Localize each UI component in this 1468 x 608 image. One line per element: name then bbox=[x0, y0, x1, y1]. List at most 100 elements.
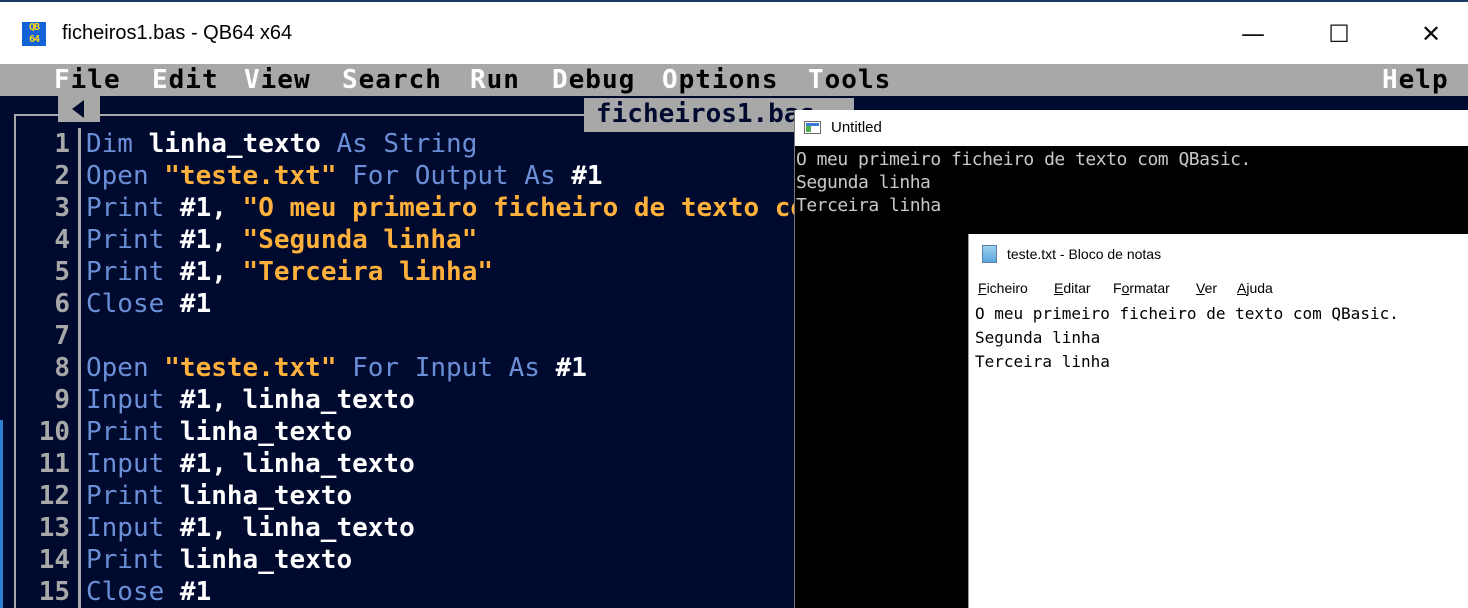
line-number: 6 bbox=[54, 289, 70, 319]
line-number: 1 bbox=[54, 129, 70, 159]
string-token: "teste.txt" bbox=[164, 161, 337, 191]
keyword-token: Input bbox=[86, 385, 180, 415]
line-number: 2 bbox=[54, 161, 70, 191]
line-number: 5 bbox=[54, 257, 70, 287]
code-token: #1, bbox=[179, 257, 243, 287]
minimize-button[interactable]: — bbox=[1230, 16, 1276, 52]
menu-debug[interactable]: Debug bbox=[552, 64, 635, 96]
close-button[interactable]: ✕ bbox=[1408, 16, 1454, 52]
menu-help[interactable]: Help bbox=[1382, 64, 1449, 96]
menu-label: dit bbox=[168, 65, 219, 95]
editor-frame bbox=[14, 114, 16, 608]
keyword-token: Dim bbox=[86, 129, 133, 159]
menu-label: un bbox=[486, 65, 520, 95]
desktop-edge bbox=[0, 420, 3, 608]
code-token: #1, linha_texto bbox=[179, 385, 415, 415]
keyword-token: Print bbox=[86, 545, 180, 575]
menu-view[interactable]: View bbox=[244, 64, 311, 96]
menu-label: ile bbox=[70, 65, 121, 95]
string-token: "teste.txt" bbox=[164, 353, 337, 383]
code-token: linha_texto bbox=[179, 417, 353, 447]
menu-label: earch bbox=[358, 65, 442, 95]
line-number: 8 bbox=[54, 353, 70, 383]
window-title: ficheiros1.bas - QB64 x64 bbox=[62, 22, 293, 44]
menu-file[interactable]: File bbox=[54, 64, 121, 96]
code-token: linha_texto bbox=[179, 545, 353, 575]
code-token: #1 bbox=[179, 577, 212, 607]
menu-hotkey: V bbox=[244, 65, 261, 95]
menu-options[interactable]: Options bbox=[662, 64, 779, 96]
notepad-titlebar[interactable]: teste.txt - Bloco de notas bbox=[969, 234, 1468, 274]
menu-accelerator: F bbox=[978, 280, 987, 296]
menu-edit[interactable]: Edit bbox=[152, 64, 219, 96]
line-number: 15 bbox=[38, 577, 70, 607]
line-number: 13 bbox=[38, 513, 70, 543]
program-window-icon bbox=[804, 121, 821, 134]
notepad-icon bbox=[982, 245, 997, 263]
menu-label: F bbox=[1113, 280, 1122, 296]
menu-hotkey: S bbox=[342, 65, 359, 95]
code-text: Print linha_texto bbox=[86, 480, 352, 512]
menu-hotkey: H bbox=[1382, 65, 1399, 95]
notepad-menu-ficheiro[interactable]: Ficheiro bbox=[978, 276, 1028, 300]
menu-accelerator: A bbox=[1237, 280, 1247, 296]
code-token: #1 bbox=[571, 161, 603, 191]
code-token: #1 bbox=[179, 289, 212, 319]
untitled-titlebar[interactable]: Untitled bbox=[795, 110, 1468, 146]
menu-hotkey: E bbox=[152, 65, 169, 95]
code-token: linha_texto bbox=[132, 129, 337, 159]
code-text: Print #1, "Terceira linha" bbox=[86, 256, 493, 288]
menu-label: ools bbox=[824, 65, 892, 95]
line-number: 10 bbox=[38, 417, 70, 447]
code-text: Close #1 bbox=[86, 576, 211, 608]
notepad-line: Segunda linha bbox=[975, 328, 1101, 347]
code-text: Open "teste.txt" For Output As #1 bbox=[86, 160, 603, 192]
notepad-text-area[interactable]: O meu primeiro ficheiro de texto com QBa… bbox=[975, 302, 1399, 374]
code-text: Dim linha_texto As String bbox=[86, 128, 477, 160]
keyword-token: For Input As bbox=[336, 353, 556, 383]
code-text: Input #1, linha_texto bbox=[86, 384, 415, 416]
keyword-token: Input bbox=[86, 513, 180, 543]
notepad-menu-editar[interactable]: Editar bbox=[1054, 276, 1091, 300]
console-line: Segunda linha bbox=[796, 172, 931, 193]
string-token: "Segunda linha" bbox=[242, 225, 478, 255]
qb64-app-icon[interactable]: QB 64 bbox=[22, 22, 46, 46]
notepad-line: Terceira linha bbox=[975, 352, 1110, 371]
code-text: Open "teste.txt" For Input As #1 bbox=[86, 352, 587, 384]
gutter-divider bbox=[78, 128, 81, 608]
line-number: 3 bbox=[54, 193, 70, 223]
code-text: Print linha_texto bbox=[86, 544, 352, 576]
code-token: #1 bbox=[555, 353, 587, 383]
menu-search[interactable]: Search bbox=[342, 64, 442, 96]
console-output: O meu primeiro ficheiro de texto com QBa… bbox=[796, 148, 1251, 217]
keyword-token: Print bbox=[86, 193, 180, 223]
notepad-menu-ajuda[interactable]: Ajuda bbox=[1237, 276, 1273, 300]
line-number: 7 bbox=[54, 321, 70, 351]
menu-accelerator: V bbox=[1196, 280, 1205, 296]
notepad-menu-formatar[interactable]: Formatar bbox=[1113, 276, 1170, 300]
code-text: Print linha_texto bbox=[86, 416, 352, 448]
notepad-menu-ver[interactable]: Ver bbox=[1196, 276, 1217, 300]
scroll-left-arrow-icon[interactable] bbox=[58, 96, 100, 122]
menu-label: iew bbox=[260, 65, 311, 95]
keyword-token: Print bbox=[86, 257, 180, 287]
menu-run[interactable]: Run bbox=[470, 64, 520, 96]
console-line: O meu primeiro ficheiro de texto com QBa… bbox=[796, 149, 1251, 170]
keyword-token: Close bbox=[86, 289, 180, 319]
line-number: 12 bbox=[38, 481, 70, 511]
keyword-token: As String bbox=[336, 129, 478, 159]
menu-label: ebug bbox=[568, 65, 636, 95]
maximize-button[interactable]: ☐ bbox=[1316, 16, 1362, 52]
code-text: Input #1, linha_texto bbox=[86, 512, 415, 544]
notepad-window[interactable]: teste.txt - Bloco de notas Ficheiro Edit… bbox=[968, 234, 1468, 608]
line-number: 14 bbox=[38, 545, 70, 575]
menu-label: rmatar bbox=[1129, 280, 1170, 296]
code-token: #1, linha_texto bbox=[179, 449, 415, 479]
menu-tools[interactable]: Tools bbox=[808, 64, 891, 96]
keyword-token: Print bbox=[86, 481, 180, 511]
qb64-titlebar[interactable]: QB 64 ficheiros1.bas - QB64 x64 — ☐ ✕ bbox=[0, 0, 1468, 64]
keyword-token: Open bbox=[86, 161, 165, 191]
notepad-line: O meu primeiro ficheiro de texto com QBa… bbox=[975, 304, 1399, 323]
line-number: 11 bbox=[38, 449, 70, 479]
untitled-window-title: Untitled bbox=[831, 119, 882, 136]
